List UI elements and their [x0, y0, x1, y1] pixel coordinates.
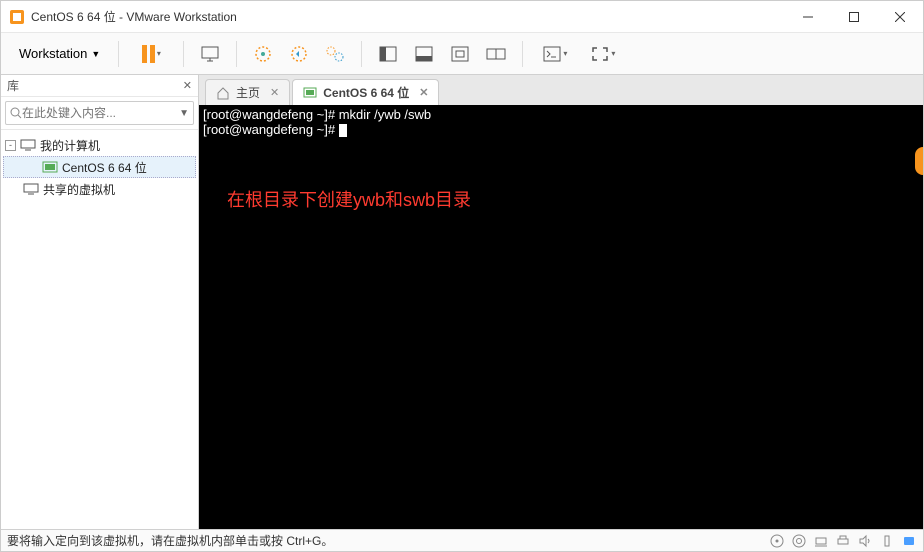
separator	[361, 41, 362, 67]
snapshot-icon	[254, 45, 272, 63]
tree-item-my-computer[interactable]: - 我的计算机	[3, 134, 196, 156]
cd-icon[interactable]	[791, 533, 807, 549]
status-icons	[769, 533, 917, 549]
sidebar-header: 库 ✕	[1, 75, 198, 97]
separator	[236, 41, 237, 67]
tree-label: 共享的虚拟机	[43, 181, 115, 198]
snapshot-button[interactable]	[247, 38, 279, 70]
body: 库 ✕ ▼ - 我的计算机 CentOS 6 64 位 共享的虚拟机	[1, 75, 923, 529]
titlebar: CentOS 6 64 位 - VMware Workstation	[1, 1, 923, 33]
tab-centos[interactable]: CentOS 6 64 位 ✕	[292, 79, 439, 105]
close-button[interactable]	[877, 1, 923, 33]
separator	[118, 41, 119, 67]
tab-label: CentOS 6 64 位	[323, 84, 409, 101]
view-split-button[interactable]	[372, 38, 404, 70]
tree-label: 我的计算机	[40, 137, 100, 154]
network-icon[interactable]	[813, 533, 829, 549]
search-input[interactable]	[22, 106, 177, 120]
tree-label: CentOS 6 64 位	[62, 159, 147, 176]
side-handle[interactable]	[915, 147, 923, 175]
view-stack-button[interactable]	[408, 38, 440, 70]
manage-snapshot-button[interactable]	[319, 38, 351, 70]
tree-item-shared[interactable]: 共享的虚拟机	[3, 178, 196, 200]
console-icon	[543, 46, 561, 62]
disk-icon[interactable]	[769, 533, 785, 549]
separator	[522, 41, 523, 67]
tab-close-icon[interactable]: ✕	[419, 86, 428, 99]
maximize-button[interactable]	[831, 1, 877, 33]
search-icon	[10, 107, 22, 119]
tab-close-icon[interactable]: ✕	[270, 86, 279, 99]
terminal-line: [root@wangdefeng ~]# mkdir /ywb /swb	[203, 107, 919, 122]
main-area: 主页 ✕ CentOS 6 64 位 ✕ [root@wangdefeng ~]…	[199, 75, 923, 529]
vm-tab-icon	[303, 87, 317, 99]
revert-button[interactable]	[283, 38, 315, 70]
printer-icon[interactable]	[835, 533, 851, 549]
workstation-menu-label: Workstation	[19, 46, 87, 61]
fit-icon	[451, 46, 469, 62]
tree-item-centos[interactable]: CentOS 6 64 位	[3, 156, 196, 178]
message-icon[interactable]	[901, 533, 917, 549]
cursor	[339, 124, 347, 137]
dual-icon	[486, 46, 506, 62]
tab-label: 主页	[236, 84, 260, 101]
tab-home[interactable]: 主页 ✕	[205, 79, 290, 105]
shared-icon	[23, 182, 39, 196]
computer-icon	[20, 138, 36, 152]
sidebar-close-icon[interactable]: ✕	[183, 79, 192, 92]
sound-icon[interactable]	[857, 533, 873, 549]
status-text: 要将输入定向到该虚拟机，请在虚拟机内部单击或按 Ctrl+G。	[7, 532, 769, 549]
separator	[183, 41, 184, 67]
toolbar: Workstation ▼	[1, 33, 923, 75]
fullscreen-button[interactable]	[581, 38, 625, 70]
send-key-button[interactable]	[194, 38, 226, 70]
home-icon	[216, 86, 230, 100]
pause-button[interactable]	[129, 38, 173, 70]
view-fit-button[interactable]	[444, 38, 476, 70]
annotation-text: 在根目录下创建ywb和swb目录	[227, 193, 471, 208]
app-icon	[9, 9, 25, 25]
sidebar-search: ▼	[1, 97, 198, 130]
expander-icon[interactable]: -	[5, 140, 16, 151]
library-tree: - 我的计算机 CentOS 6 64 位 共享的虚拟机	[1, 130, 198, 204]
terminal[interactable]: [root@wangdefeng ~]# mkdir /ywb /swb [ro…	[199, 105, 923, 529]
revert-icon	[290, 45, 308, 63]
minimize-button[interactable]	[785, 1, 831, 33]
search-dropdown-icon[interactable]: ▼	[179, 108, 189, 119]
split-left-icon	[379, 46, 397, 62]
split-bottom-icon	[415, 46, 433, 62]
library-sidebar: 库 ✕ ▼ - 我的计算机 CentOS 6 64 位 共享的虚拟机	[1, 75, 199, 529]
pause-icon	[142, 45, 155, 63]
tab-bar: 主页 ✕ CentOS 6 64 位 ✕	[199, 75, 923, 105]
vm-icon	[42, 160, 58, 174]
manage-snapshot-icon	[325, 45, 345, 63]
sidebar-title: 库	[7, 77, 19, 94]
statusbar: 要将输入定向到该虚拟机，请在虚拟机内部单击或按 Ctrl+G。	[1, 529, 923, 551]
workstation-menu[interactable]: Workstation ▼	[11, 42, 108, 65]
fullscreen-icon	[591, 46, 609, 62]
usb-icon[interactable]	[879, 533, 895, 549]
window-title: CentOS 6 64 位 - VMware Workstation	[31, 8, 785, 25]
terminal-line: [root@wangdefeng ~]#	[203, 122, 919, 137]
monitor-icon	[200, 45, 220, 63]
view-dual-button[interactable]	[480, 38, 512, 70]
console-button[interactable]	[533, 38, 577, 70]
